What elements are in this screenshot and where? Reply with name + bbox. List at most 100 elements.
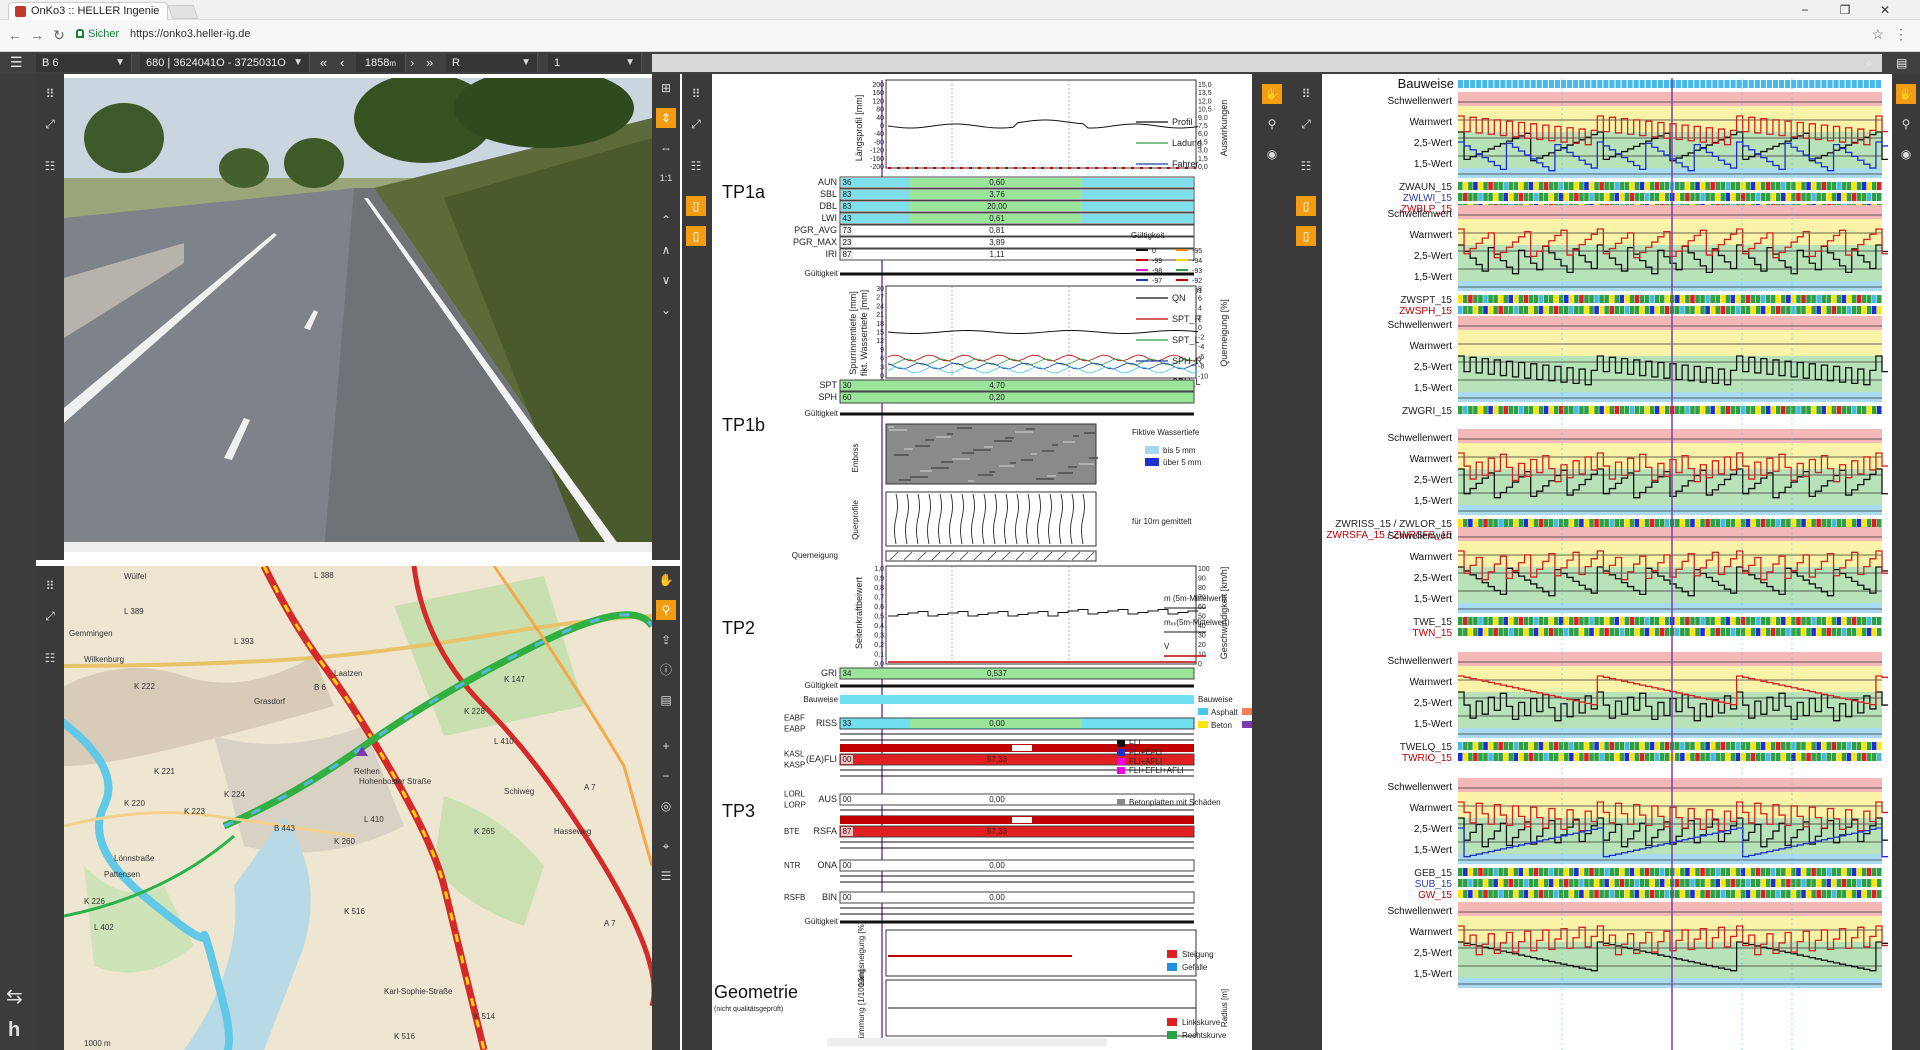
quality-cell [1770, 753, 1776, 761]
photo-scrollbar[interactable] [64, 542, 652, 552]
document-icon[interactable]: ▤ [656, 690, 676, 710]
road-select[interactable]: B 6 ▼ [36, 54, 132, 72]
quality-cell [1770, 742, 1776, 750]
first-page-icon[interactable]: « [320, 54, 327, 72]
browser-tab[interactable]: OnKo3 :: HELLER Ingenie [8, 2, 168, 20]
direction-select[interactable]: R ▼ [446, 54, 538, 72]
quality-cell [1664, 182, 1670, 190]
quality-cell [1821, 742, 1826, 750]
info-icon[interactable]: ⓘ [656, 660, 676, 680]
minimize-button[interactable]: − [1790, 0, 1820, 20]
url-field[interactable]: https://onko3.heller-ig.de [130, 28, 250, 40]
fit-height-icon[interactable]: ⇕ [656, 108, 676, 128]
row-left-code: NTR [784, 861, 801, 870]
pin-icon[interactable]: ⚲ [1896, 114, 1916, 134]
swap-icon[interactable]: ⇆ [6, 984, 23, 1009]
bauweise-cell [1470, 80, 1476, 88]
quality-cell [1518, 617, 1524, 625]
layers-icon[interactable]: ◎ [656, 796, 676, 816]
settings-sliders-icon[interactable]: ☷ [686, 156, 706, 176]
fullscreen-icon[interactable]: ⤢ [1296, 114, 1316, 134]
quality-cell [1786, 868, 1791, 876]
hamburger-menu-icon[interactable]: ☰ [10, 54, 23, 72]
row-code: (EA)FLI [806, 754, 837, 764]
tick-label: 10,5 [1198, 107, 1212, 114]
close-window-button[interactable]: ✕ [1870, 0, 1900, 20]
quality-cell [1811, 193, 1816, 201]
browser-menu-icon[interactable]: ⋮ [1894, 26, 1908, 43]
quality-cell [1639, 879, 1645, 887]
panel-toggle-icon[interactable]: ▯ [1296, 226, 1316, 246]
quality-cell [1548, 628, 1554, 636]
fast-up-icon[interactable]: ⌃ [656, 210, 676, 230]
settings-sliders-icon[interactable]: ☷ [40, 156, 60, 176]
next-icon[interactable]: › [410, 54, 414, 72]
panel-toggle-icon[interactable]: ▯ [686, 226, 706, 246]
filter-field[interactable] [652, 54, 1882, 72]
chart-scrollbar[interactable] [827, 1038, 1107, 1046]
code-label: TWRIO_15 [1402, 753, 1452, 764]
section-select[interactable]: 680 | 3624041O - 3725031O ▼ [140, 54, 310, 72]
fullscreen-icon[interactable]: ⤢ [686, 114, 706, 134]
maximize-button[interactable]: ❐ [1830, 0, 1860, 20]
fit-width-icon[interactable]: ⇔ [656, 138, 676, 158]
panel-toggle-icon[interactable]: ▯ [1296, 196, 1316, 216]
quality-cell [1488, 193, 1493, 201]
grid-icon[interactable]: ⠿ [40, 576, 60, 596]
up-icon[interactable]: ∧ [656, 240, 676, 260]
zoom-out-icon[interactable]: − [656, 766, 676, 786]
quality-cell [1776, 617, 1781, 625]
map-view[interactable]: Wülfel L 388 L 389 Gemmingen Wilkenburg L 393… [64, 566, 652, 1050]
grid-icon[interactable]: ⠿ [40, 84, 60, 104]
zoom-in-icon[interactable]: + [656, 736, 676, 756]
last-page-icon[interactable]: » [426, 54, 433, 72]
bauweise-cell [1785, 80, 1791, 88]
position-input[interactable]: 1858m [356, 54, 406, 72]
lane-select[interactable]: 1 ▼ [548, 54, 642, 72]
row-left-code: BTE [784, 827, 800, 836]
quality-cell [1755, 306, 1761, 314]
pin-icon[interactable]: ⚲ [1262, 114, 1282, 134]
settings-sliders-icon[interactable]: ☷ [40, 648, 60, 668]
hand-pan-icon[interactable]: ✋ [1262, 84, 1282, 104]
search-icon[interactable]: ⌕ [1866, 54, 1873, 72]
row-value: 0,00 [989, 719, 1005, 728]
quality-cell [1876, 890, 1882, 898]
fullscreen-icon[interactable]: ⤢ [40, 114, 60, 134]
reload-icon[interactable]: ↻ [50, 26, 68, 44]
quality-cell [1574, 406, 1579, 414]
quality-cell [1755, 182, 1761, 190]
target-icon[interactable]: ◉ [1896, 144, 1916, 164]
quality-cell [1745, 295, 1751, 303]
quality-cell [1816, 628, 1821, 636]
quality-cell [1639, 406, 1645, 414]
fast-down-icon[interactable]: ⌄ [656, 300, 676, 320]
pin-icon[interactable]: ⚲ [656, 600, 676, 620]
forward-icon[interactable]: → [28, 26, 46, 44]
quality-cell [1468, 753, 1473, 761]
hand-pan-icon[interactable]: ✋ [1896, 84, 1916, 104]
quality-cell [1483, 406, 1488, 414]
export-icon[interactable]: ▤ [1896, 54, 1907, 72]
expand-icon[interactable]: ⊞ [656, 78, 676, 98]
row-value: 0,00 [989, 893, 1005, 902]
quality-cell [1649, 406, 1655, 414]
fullscreen-icon[interactable]: ⤢ [40, 606, 60, 626]
back-icon[interactable]: ← [6, 26, 24, 44]
list-icon[interactable]: ☰ [656, 866, 676, 886]
grid-icon[interactable]: ⠿ [686, 84, 706, 104]
new-tab-button[interactable] [167, 5, 199, 19]
settings-sliders-icon[interactable]: ☷ [1296, 156, 1316, 176]
one-to-one-icon[interactable]: 1:1 [656, 168, 676, 188]
target-icon[interactable]: ◉ [1262, 144, 1282, 164]
prev-icon[interactable]: ‹ [340, 54, 344, 72]
grid-icon[interactable]: ⠿ [1296, 84, 1316, 104]
quality-cell [1856, 628, 1862, 636]
share-icon[interactable]: ⇪ [656, 630, 676, 650]
quality-cell [1619, 519, 1625, 527]
locate-icon[interactable]: ⌖ [656, 836, 676, 856]
hand-pan-icon[interactable]: ✋ [656, 570, 676, 590]
bookmark-star-icon[interactable]: ☆ [1871, 26, 1884, 43]
panel-toggle-icon[interactable]: ▯ [686, 196, 706, 216]
down-icon[interactable]: ∨ [656, 270, 676, 290]
